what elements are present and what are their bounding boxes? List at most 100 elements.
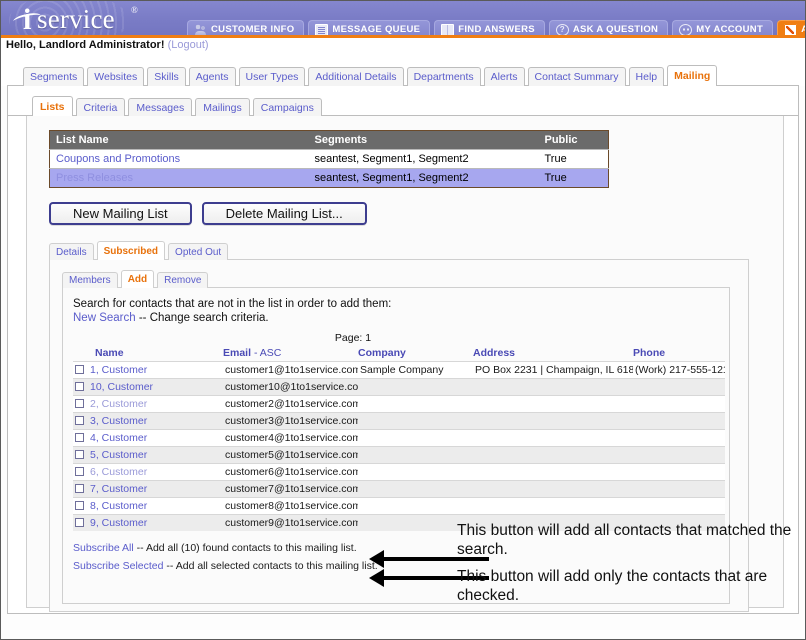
row-checkbox[interactable] — [75, 518, 84, 527]
table-row[interactable]: Press Releases seantest, Segment1, Segme… — [49, 168, 609, 188]
row-checkbox[interactable] — [75, 501, 84, 510]
nav-tab-my-account[interactable]: MY ACCOUNT — [672, 20, 774, 38]
contact-name-cell[interactable]: 2, Customer — [73, 395, 223, 413]
column-header-name[interactable]: Name — [73, 347, 223, 362]
admin-tools-area: Segments Websites Skills Agents User Typ… — [1, 53, 805, 86]
contact-name-link[interactable]: 6, Customer — [90, 466, 147, 478]
row-checkbox[interactable] — [75, 399, 84, 408]
table-row[interactable]: 3, Customer customer3@1to1service.com — [73, 412, 725, 430]
nav-tab-message-queue[interactable]: MESSAGE QUEUE — [308, 20, 431, 38]
new-mailing-list-button[interactable]: New Mailing List — [49, 202, 192, 225]
contact-name-link[interactable]: 2, Customer — [90, 398, 147, 410]
contact-phone-cell — [633, 497, 725, 515]
tab-websites[interactable]: Websites — [87, 67, 145, 86]
nav-tab-find-answers[interactable]: FIND ANSWERS — [434, 20, 545, 38]
nav-tab-admin-tools[interactable]: ADMIN TOOLS — [777, 20, 805, 38]
table-row[interactable]: 10, Customer customer10@1to1service.com — [73, 378, 725, 396]
tab-remove[interactable]: Remove — [157, 272, 209, 288]
contact-name-cell[interactable]: 9, Customer — [73, 514, 223, 531]
contact-email-cell: customer7@1to1service.com — [223, 480, 358, 498]
contact-name-link[interactable]: 4, Customer — [90, 432, 147, 444]
contact-email-cell: customer5@1to1service.com — [223, 446, 358, 464]
contact-name-cell[interactable]: 5, Customer — [73, 446, 223, 464]
tab-additional-details[interactable]: Additional Details — [308, 67, 404, 86]
list-name-cell[interactable]: Press Releases — [49, 168, 309, 188]
tab-add[interactable]: Add — [120, 270, 155, 288]
table-row[interactable]: Coupons and Promotions seantest, Segment… — [49, 149, 609, 169]
contact-name-cell[interactable]: 10, Customer — [73, 378, 223, 396]
row-checkbox[interactable] — [75, 450, 84, 459]
contact-name-cell[interactable]: 6, Customer — [73, 463, 223, 481]
row-checkbox[interactable] — [75, 382, 84, 391]
contact-name-link[interactable]: 9, Customer — [90, 517, 147, 529]
logout-link[interactable]: (Logout) — [168, 39, 209, 51]
contact-name-cell[interactable]: 1, Customer — [73, 361, 223, 379]
column-header-list-name[interactable]: List Name — [49, 130, 309, 150]
tab-opted-out[interactable]: Opted Out — [168, 243, 229, 260]
public-cell: True — [538, 168, 609, 188]
tab-members[interactable]: Members — [62, 272, 118, 288]
tab-campaigns[interactable]: Campaigns — [252, 98, 322, 116]
contact-name-link[interactable]: 8, Customer — [90, 500, 147, 512]
tab-label: Help — [635, 71, 658, 83]
contact-address-cell: PO Box 2231 | Champaign, IL 61825 — [473, 361, 633, 379]
nav-tab-customer-info[interactable]: CUSTOMER INFO — [187, 20, 305, 38]
column-header-public[interactable]: Public — [538, 130, 609, 150]
new-search-link[interactable]: New Search — [73, 312, 136, 324]
table-row[interactable]: 4, Customer customer4@1to1service.com — [73, 429, 725, 447]
contact-name-cell[interactable]: 4, Customer — [73, 429, 223, 447]
tab-agents[interactable]: Agents — [188, 67, 236, 86]
tab-user-types[interactable]: User Types — [238, 67, 306, 86]
subscribe-all-link[interactable]: Subscribe All — [73, 542, 134, 554]
iservice-logo[interactable]: i service ® — [9, 1, 189, 38]
row-checkbox[interactable] — [75, 365, 84, 374]
contact-name-link[interactable]: 10, Customer — [90, 381, 153, 393]
column-header-address[interactable]: Address — [473, 347, 633, 362]
row-checkbox[interactable] — [75, 467, 84, 476]
delete-mailing-list-button[interactable]: Delete Mailing List... — [201, 202, 367, 225]
tab-help[interactable]: Help — [628, 67, 665, 86]
column-header-email[interactable]: Email - ASC — [223, 347, 358, 362]
tab-mailings[interactable]: Mailings — [195, 98, 250, 116]
tab-lists[interactable]: Lists — [32, 96, 73, 116]
face-icon — [679, 23, 693, 36]
tab-messages[interactable]: Messages — [128, 98, 193, 116]
tab-mailing[interactable]: Mailing — [667, 65, 718, 86]
table-row[interactable]: 6, Customer customer6@1to1service.com — [73, 463, 725, 481]
table-row[interactable]: 1, Customer customer1@1to1service.com Sa… — [73, 361, 725, 379]
row-checkbox[interactable] — [75, 416, 84, 425]
contact-email-cell: customer2@1to1service.com — [223, 395, 358, 413]
tab-departments[interactable]: Departments — [406, 67, 481, 86]
contact-name-cell[interactable]: 3, Customer — [73, 412, 223, 430]
row-checkbox[interactable] — [75, 433, 84, 442]
tab-alerts[interactable]: Alerts — [483, 67, 525, 86]
tab-skills[interactable]: Skills — [147, 67, 186, 86]
contact-email-cell: customer3@1to1service.com — [223, 412, 358, 430]
contact-name-cell[interactable]: 7, Customer — [73, 480, 223, 498]
table-row[interactable]: 7, Customer customer7@1to1service.com — [73, 480, 725, 498]
contact-name-cell[interactable]: 8, Customer — [73, 497, 223, 515]
table-header-row: List Name Segments Public — [49, 130, 609, 150]
nav-tab-ask-a-question[interactable]: ? ASK A QUESTION — [548, 20, 669, 38]
tab-criteria[interactable]: Criteria — [75, 98, 126, 116]
tab-details[interactable]: Details — [49, 243, 94, 260]
contact-name-link[interactable]: 1, Customer — [90, 364, 147, 376]
list-name-cell[interactable]: Coupons and Promotions — [49, 149, 309, 169]
table-row[interactable]: 2, Customer customer2@1to1service.com — [73, 395, 725, 413]
table-row[interactable]: 8, Customer customer8@1to1service.com — [73, 497, 725, 515]
tab-label: Additional Details — [315, 71, 397, 83]
tab-segments[interactable]: Segments — [23, 67, 85, 86]
contact-name-link[interactable]: 5, Customer — [90, 449, 147, 461]
table-row[interactable]: 5, Customer customer5@1to1service.com — [73, 446, 725, 464]
tab-contact-summary[interactable]: Contact Summary — [527, 67, 626, 86]
sort-direction-indicator: - ASC — [253, 347, 282, 359]
subscribe-selected-link[interactable]: Subscribe Selected — [73, 560, 163, 572]
column-header-phone[interactable]: Phone — [633, 347, 725, 362]
contact-name-link[interactable]: 3, Customer — [90, 415, 147, 427]
column-header-segments[interactable]: Segments — [308, 130, 539, 150]
contact-company-cell — [358, 378, 473, 396]
contact-name-link[interactable]: 7, Customer — [90, 483, 147, 495]
column-header-company[interactable]: Company — [358, 347, 473, 362]
tab-subscribed[interactable]: Subscribed — [96, 241, 166, 260]
row-checkbox[interactable] — [75, 484, 84, 493]
